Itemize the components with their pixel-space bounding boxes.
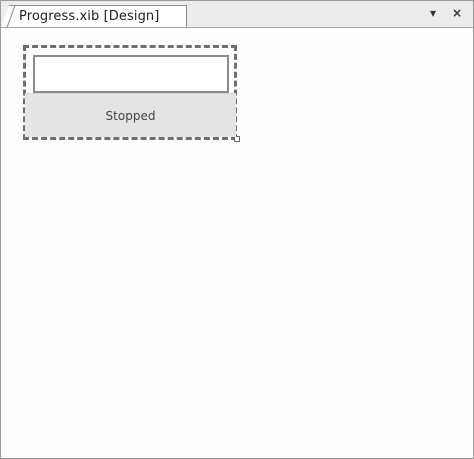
designer-window: Progress.xib [Design] ▾ × Stopped [0,0,474,459]
text-field[interactable] [33,55,229,93]
window-position-icon[interactable]: ▾ [426,5,440,21]
design-surface[interactable]: Stopped [1,28,473,458]
document-tab-strip: Progress.xib [Design] ▾ × [1,1,473,28]
document-tab[interactable]: Progress.xib [Design] [1,5,187,28]
status-button[interactable]: Stopped [25,93,236,137]
document-tab-label: Progress.xib [Design] [19,9,160,24]
close-icon[interactable]: × [450,5,464,21]
